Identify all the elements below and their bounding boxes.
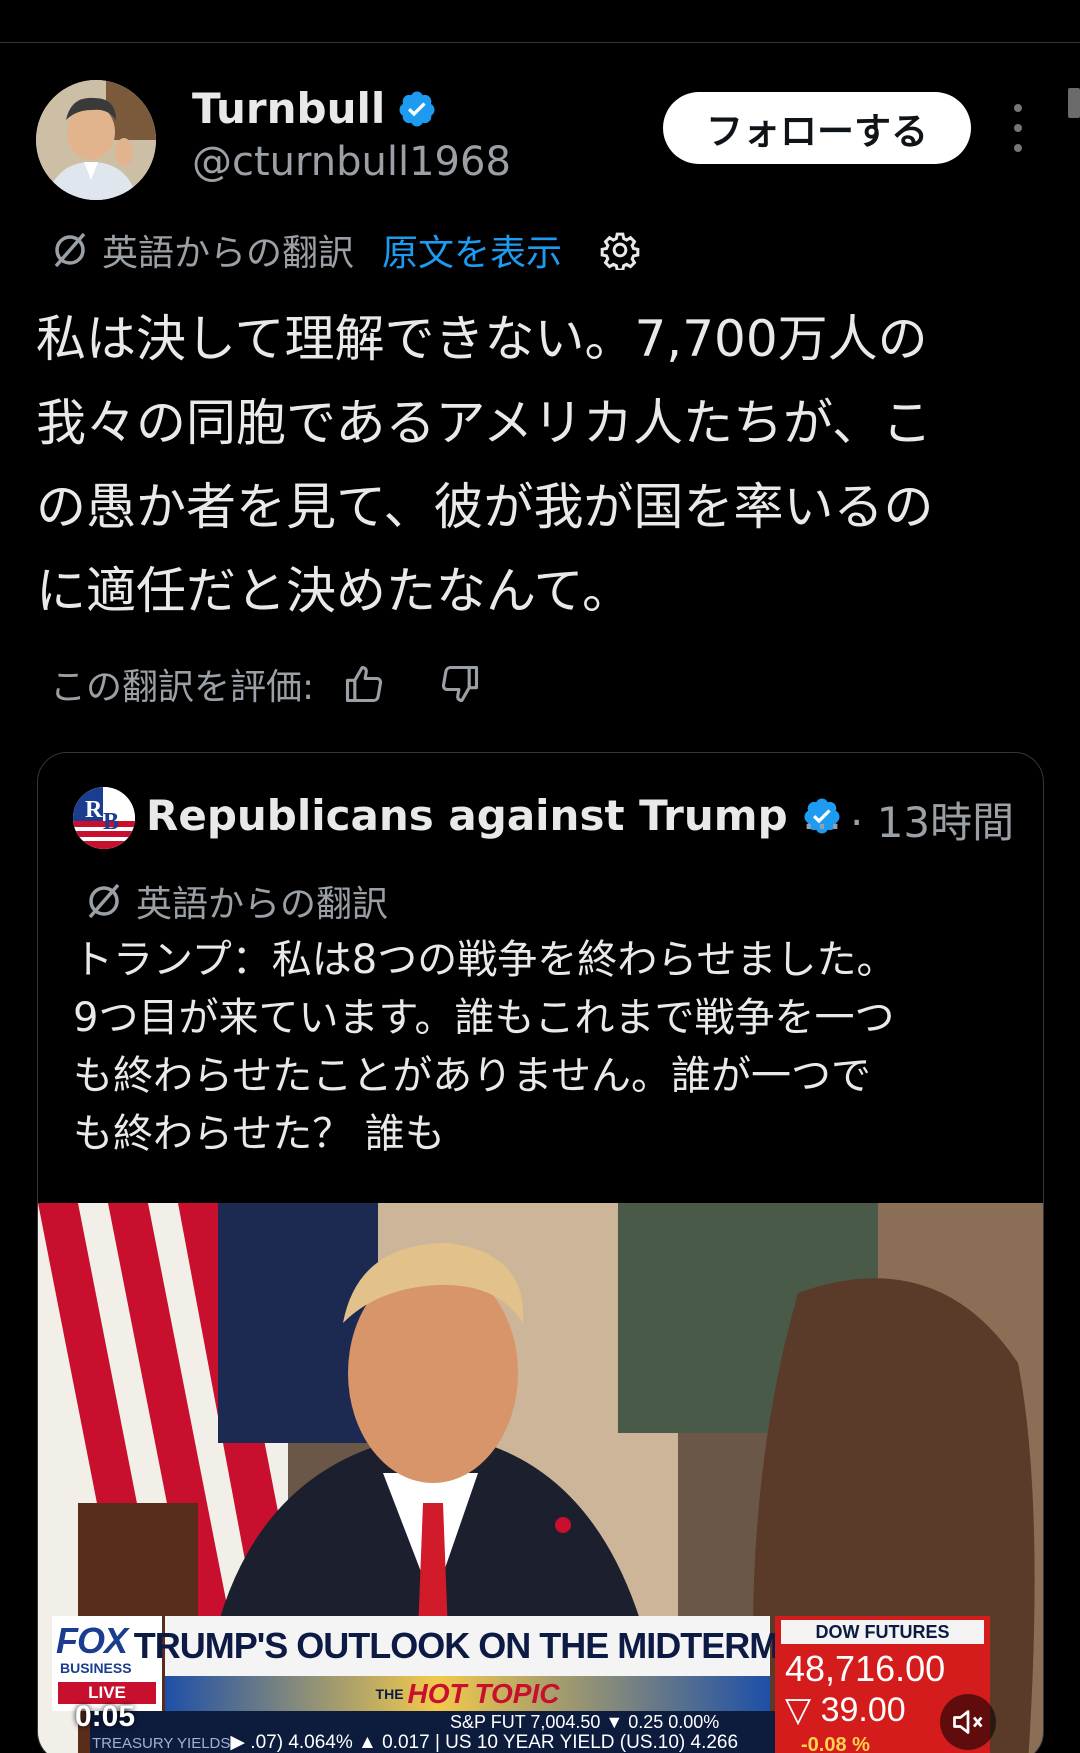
- top-bar: [0, 0, 1080, 43]
- scrollbar[interactable]: [1068, 88, 1080, 118]
- svg-text:B: B: [103, 809, 119, 835]
- truncation-ellipsis: …: [802, 793, 842, 839]
- thumbs-down-icon[interactable]: [438, 662, 482, 706]
- rate-label: この翻訳を評価:: [50, 667, 315, 708]
- follow-button[interactable]: フォローする: [663, 92, 971, 164]
- translation-label: 英語からの翻訳: [102, 233, 355, 274]
- market-ticker: S&P FUT 7,004.50 ▼ 0.25 0.00% TREASURY Y…: [90, 1711, 775, 1753]
- quoted-line: も終わらせたことがありません。誰が一つで: [73, 1053, 871, 1099]
- translate-icon: [88, 883, 120, 919]
- quoted-tweet-card[interactable]: R B Republicans against Trump … · 13時間 英…: [37, 752, 1044, 1753]
- verified-badge-icon: [399, 91, 435, 126]
- quoted-line: も終わらせた？ 誰も: [73, 1111, 445, 1157]
- tweet-text: 私は決して理解できない。7,700万人の 我々の同胞であるアメリカ人たちが、こ …: [36, 297, 1046, 633]
- quoted-line: トランプ：私は8つの戦争を終わらせました。: [73, 937, 897, 983]
- svg-text:R: R: [85, 797, 103, 823]
- dow-percent: -0.08 %: [801, 1734, 870, 1753]
- dow-value: 48,716.00: [785, 1648, 946, 1689]
- translate-icon: [54, 232, 86, 268]
- author-avatar[interactable]: [36, 80, 156, 200]
- rate-translation-row: この翻訳を評価:: [50, 660, 482, 708]
- chyron-headline: TRUMP'S OUTLOOK ON THE MIDTERMS: [134, 1616, 802, 1676]
- dow-change: ▽ 39.00: [785, 1691, 906, 1729]
- speaker-muted-icon: [953, 1710, 983, 1734]
- translation-label: 英語からの翻訳: [136, 884, 389, 925]
- quoted-author-name[interactable]: Republicans against Trump: [146, 791, 842, 840]
- quoted-line: 9つ目が来ています。誰もこれまで戦争を一つ: [73, 995, 895, 1041]
- quoted-translation-row: 英語からの翻訳: [84, 877, 388, 925]
- tweet-line: に適任だと決めたなんて。: [36, 562, 632, 620]
- video-timestamp: 0:05: [75, 1700, 136, 1733]
- translation-row: 英語からの翻訳 原文を表示: [50, 226, 640, 274]
- tweet-line: 我々の同胞であるアメリカ人たちが、こ: [36, 394, 932, 452]
- show-original-link[interactable]: 原文を表示: [382, 224, 562, 276]
- more-options-icon[interactable]: [1003, 104, 1033, 152]
- tweet-line: の愚か者を見て、彼が我が国を率いるの: [36, 478, 934, 536]
- gear-icon[interactable]: [600, 230, 640, 270]
- hot-topic-banner: THE HOT TOPIC: [165, 1676, 770, 1711]
- author-name[interactable]: Turnbull: [192, 84, 437, 133]
- quoted-tweet-text: トランプ：私は8つの戦争を終わらせました。 9つ目が来ています。誰もこれまで戦争…: [73, 931, 1033, 1163]
- quoted-author-avatar[interactable]: R B: [73, 787, 135, 849]
- author-handle[interactable]: @cturnbull1968: [192, 139, 511, 185]
- tweet-line: 私は決して理解できない。7,700万人の: [36, 310, 928, 368]
- thumbs-up-icon[interactable]: [342, 662, 386, 706]
- mute-button[interactable]: [940, 1694, 996, 1750]
- quoted-timestamp[interactable]: · 13時間: [850, 789, 1014, 850]
